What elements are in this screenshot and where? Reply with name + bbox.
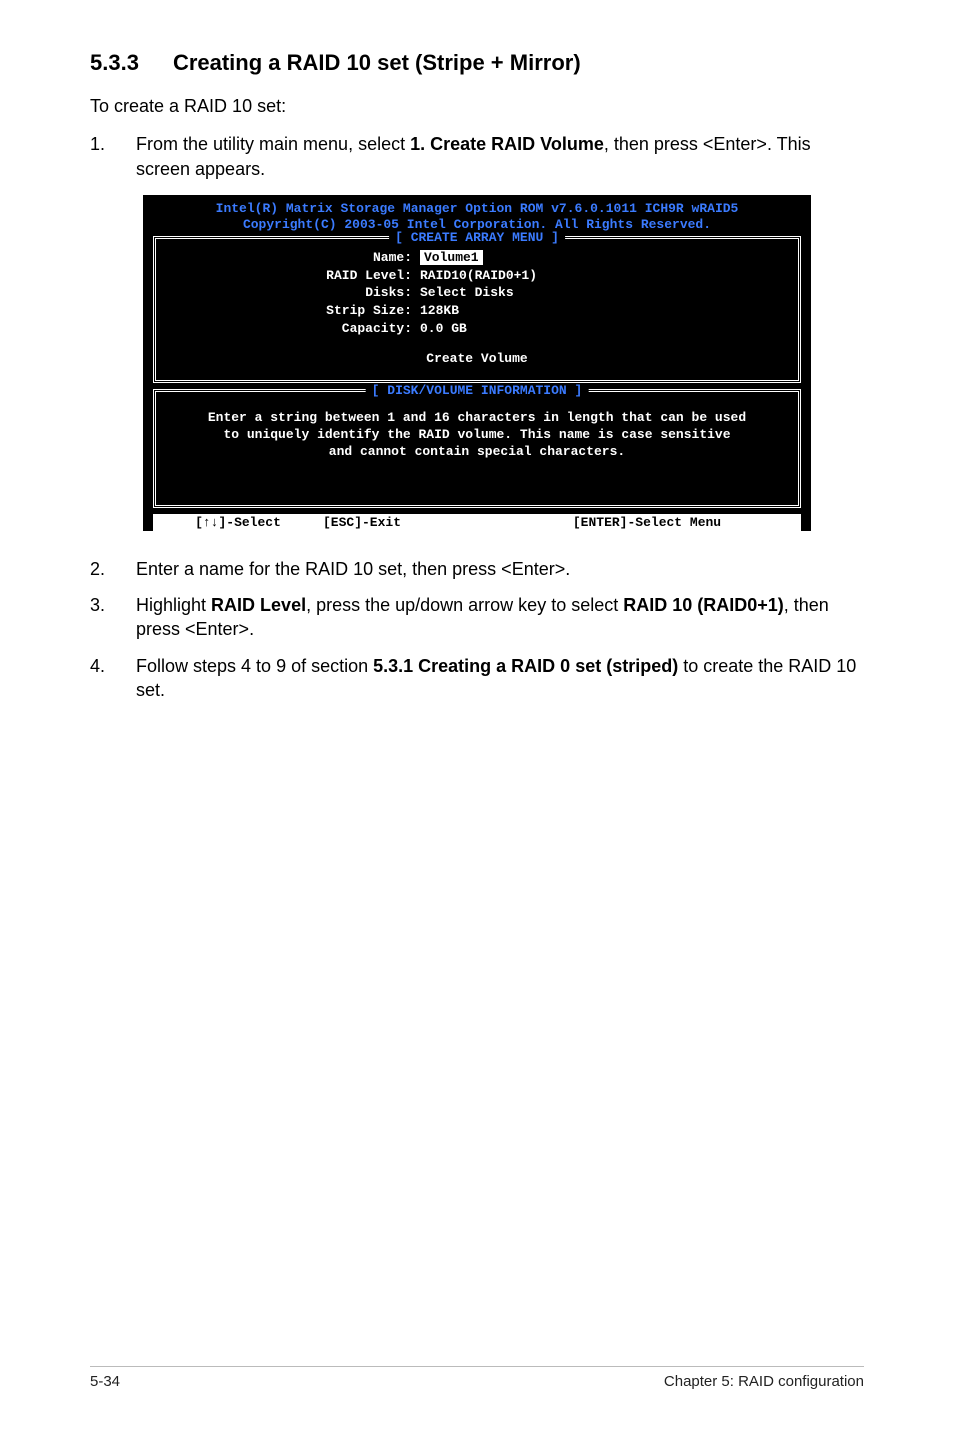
step-number: 2. [90,557,136,581]
step-number: 3. [90,593,136,642]
bios-header: Intel(R) Matrix Storage Manager Option R… [143,201,811,234]
create-volume-button[interactable]: Create Volume [170,351,784,366]
step-4: 4. Follow steps 4 to 9 of section 5.3.1 … [90,654,864,703]
disks-label: Disks: [170,284,420,302]
capacity-value[interactable]: 0.0 GB [420,320,467,338]
create-array-menu-box: [ CREATE ARRAY MENU ] Name: Volume1 RAID… [153,236,801,383]
raid-level-value[interactable]: RAID10(RAID0+1) [420,267,537,285]
info-text: Enter a string between 1 and 16 characte… [170,410,784,461]
section-heading: 5.3.3 Creating a RAID 10 set (Stripe + Mi… [90,50,864,76]
strip-size-label: Strip Size: [170,302,420,320]
step-number: 1. [90,132,136,181]
raid-level-label: RAID Level: [170,267,420,285]
footer-exit-hint: [ESC]-Exit [323,515,493,530]
strip-size-value[interactable]: 128KB [420,302,459,320]
name-label: Name: [170,249,420,267]
section-title-text: Creating a RAID 10 set (Stripe + Mirror) [173,50,581,75]
disk-volume-info-title: [ DISK/VOLUME INFORMATION ] [366,383,589,398]
step-text: Follow steps 4 to 9 of section 5.3.1 Cre… [136,654,864,703]
bios-header-line1: Intel(R) Matrix Storage Manager Option R… [153,201,801,217]
section-number: 5.3.3 [90,50,139,76]
step-text: From the utility main menu, select 1. Cr… [136,132,864,181]
field-disks: Disks: Select Disks [170,284,784,302]
intro-text: To create a RAID 10 set: [90,94,864,118]
bios-footer-bar: [↑↓]-Select [ESC]-Exit [ENTER]-Select Me… [153,514,801,531]
disks-value[interactable]: Select Disks [420,284,514,302]
field-raid-level: RAID Level: RAID10(RAID0+1) [170,267,784,285]
step-text: Highlight RAID Level, press the up/down … [136,593,864,642]
chapter-label: Chapter 5: RAID configuration [664,1373,864,1390]
step-text: Enter a name for the RAID 10 set, then p… [136,557,864,581]
disk-volume-info-box: [ DISK/VOLUME INFORMATION ] Enter a stri… [153,389,801,508]
create-array-menu-title: [ CREATE ARRAY MENU ] [389,230,565,245]
field-name: Name: Volume1 [170,249,784,267]
name-input[interactable]: Volume1 [420,250,483,265]
footer-select-hint: [↑↓]-Select [153,515,323,530]
bios-screen: Intel(R) Matrix Storage Manager Option R… [143,195,811,531]
field-capacity: Capacity: 0.0 GB [170,320,784,338]
page-number: 5-34 [90,1373,120,1390]
step-1: 1. From the utility main menu, select 1.… [90,132,864,181]
footer-enter-hint: [ENTER]-Select Menu [493,515,801,530]
step-2: 2. Enter a name for the RAID 10 set, the… [90,557,864,581]
capacity-label: Capacity: [170,320,420,338]
page-footer: 5-34 Chapter 5: RAID configuration [90,1366,864,1390]
step-number: 4. [90,654,136,703]
step-3: 3. Highlight RAID Level, press the up/do… [90,593,864,642]
field-strip-size: Strip Size: 128KB [170,302,784,320]
